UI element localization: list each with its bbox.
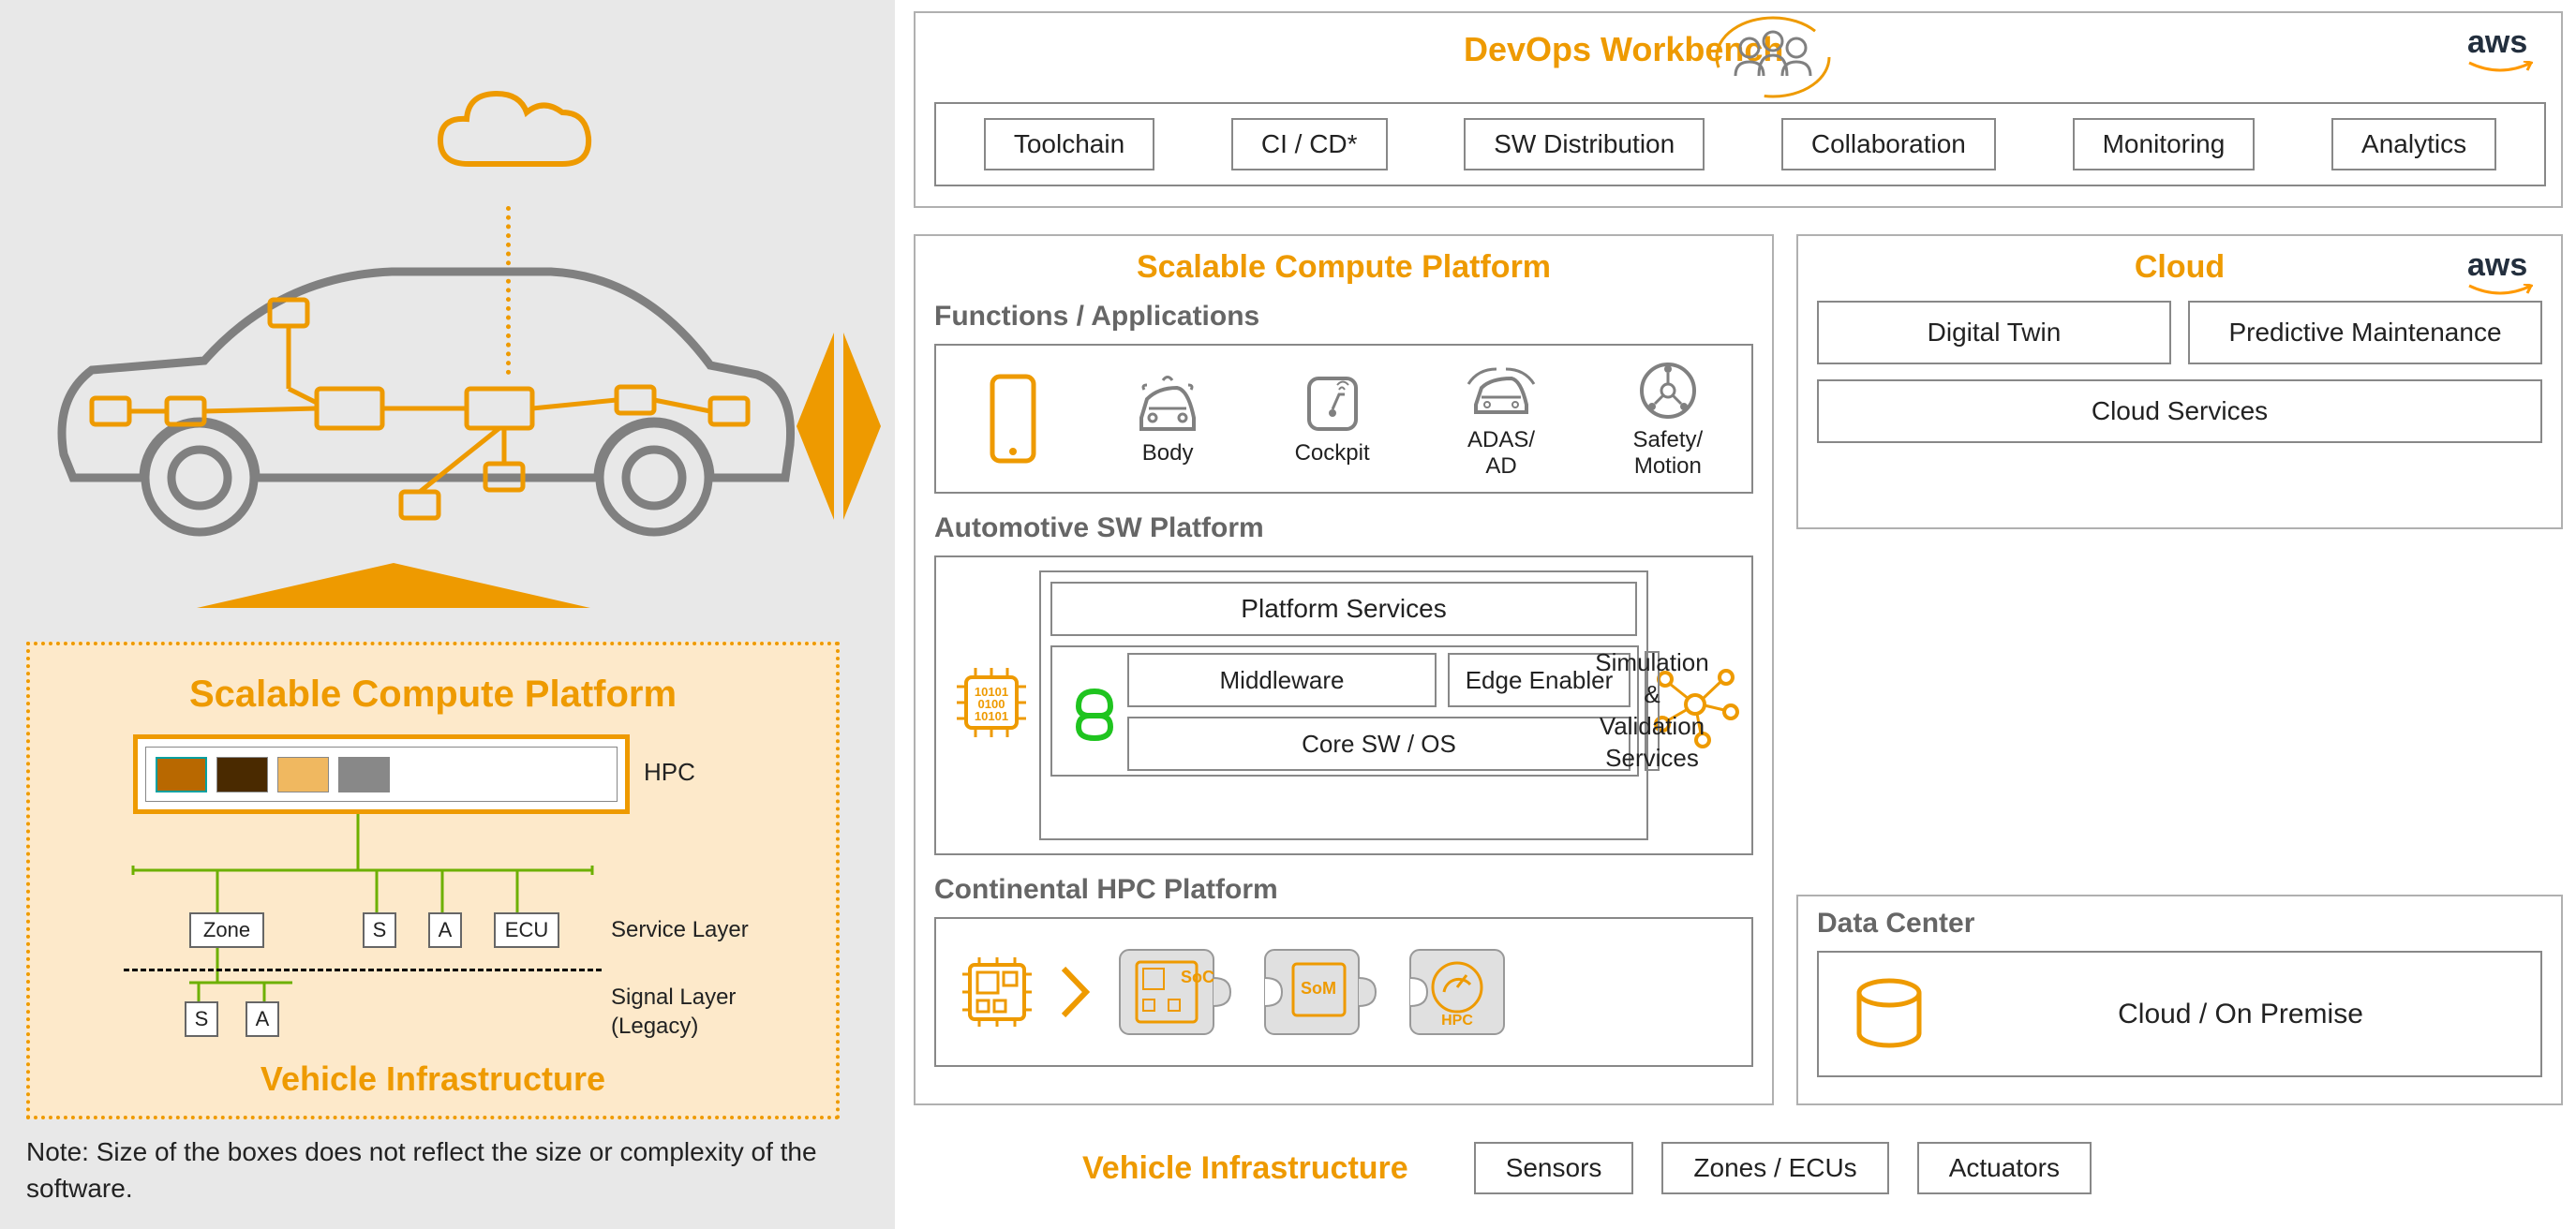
database-icon [1847,972,1931,1057]
platform-services: Platform Services [1050,582,1637,636]
cloud-pred-maint: Predictive Maintenance [2188,301,2542,364]
cont-hpc-title: Continental HPC Platform [916,866,1772,913]
core-os-box: Core SW / OS [1127,717,1630,771]
scp-title: Scalable Compute Platform [916,236,1772,293]
left-panel: Scalable Compute Platform HPC Zone [0,0,895,1229]
function-body: Body [1130,371,1205,466]
a-box-2: A [246,1001,279,1037]
right-panel: DevOps Workbench aws Toolchain CI / CD* … [914,0,2576,1229]
chip-layout-icon [955,950,1039,1034]
vi-zones-ecus: Zones / ECUs [1661,1142,1888,1194]
devops-item-sw-distribution: SW Distribution [1464,118,1705,170]
cloud-digital-twin: Digital Twin [1817,301,2171,364]
function-adas: ADAS/ AD [1459,358,1543,480]
svg-text:SoM: SoM [1301,979,1336,998]
data-center-section: Data Center Cloud / On Premise [1796,895,2563,1105]
vehicle-infrastructure-row: Vehicle Infrastructure Sensors Zones / E… [914,1135,2563,1201]
service-layer-label: Service Layer [611,917,749,943]
hpc-label: HPC [644,758,695,787]
triangle-marker-icon [197,563,590,608]
data-center-title: Data Center [1798,896,2561,951]
middleware-box: Middleware [1127,653,1437,707]
chip-icon: 10101 0100 10101 [949,660,1034,745]
functions-row: Body Cockpit ADAS/ AD Safety/ Motion [934,344,1753,494]
vi-sensors: Sensors [1474,1142,1634,1194]
function-cockpit-label: Cockpit [1295,440,1370,466]
cloud-services: Cloud Services [1817,379,2542,443]
cloud-icon [422,70,609,201]
phone-icon [985,372,1041,466]
svg-text:HPC: HPC [1441,1013,1473,1029]
signal-layer-label: Signal Layer (Legacy) [611,983,736,1041]
scalable-compute-summary-box: Scalable Compute Platform HPC Zone [26,642,840,1119]
devops-item-collaboration: Collaboration [1781,118,1996,170]
hpc-module-1 [156,757,207,792]
s-box-1: S [363,912,396,948]
hpc-module-4 [338,757,390,792]
aws-logo: aws [2467,247,2533,307]
middleware-group: Middleware Edge Enabler Core SW / OS [1050,645,1639,777]
eb-logo-icon [1062,680,1127,746]
scp-summary-title: Scalable Compute Platform [49,674,817,716]
zone-box: Zone [189,912,264,948]
a-box-1: A [428,912,462,948]
cloud-section: Cloud aws Digital Twin Predictive Mainte… [1796,234,2563,529]
function-safety: Safety/ Motion [1633,358,1704,480]
vehicle-infra-title: Vehicle Infrastructure [1082,1150,1408,1187]
data-center-label: Cloud / On Premise [1969,999,2512,1030]
hpc-module-2 [216,757,268,792]
auto-sw-platform-box: 10101 0100 10101 Platform Services [934,555,1753,855]
hpc-module-3 [277,757,329,792]
bidirectional-arrows-icon [797,318,881,534]
devops-item-analytics: Analytics [2331,118,2496,170]
function-adas-label: ADAS/ AD [1467,427,1535,480]
devops-item-cicd: CI / CD* [1231,118,1388,170]
cloud-title: Cloud [1798,236,2561,293]
s-box-2: S [185,1001,218,1037]
ecu-box: ECU [494,912,559,948]
sim-validation-box: Simulation & Validation Services [1645,651,1660,771]
layer-divider [124,969,602,971]
vi-actuators: Actuators [1917,1142,2092,1194]
data-center-row: Cloud / On Premise [1817,951,2542,1077]
scalable-compute-platform-section: Scalable Compute Platform Functions / Ap… [914,234,1774,1105]
auto-sw-title: Automotive SW Platform [916,505,1772,552]
hpc-platform-row: SoC SoM HPC [934,917,1753,1067]
hpc-block [133,734,630,814]
svg-text:10101: 10101 [975,709,1008,723]
devops-items-row: Toolchain CI / CD* SW Distribution Colla… [934,102,2546,186]
hpc-chain-icon: SoC SoM HPC [1110,936,1560,1048]
devops-item-toolchain: Toolchain [984,118,1154,170]
aws-logo: aws [2467,24,2533,84]
platform-inner: Platform Services Middleware Edge Enable… [1039,570,1648,840]
chevron-right-icon [1056,959,1094,1025]
function-body-label: Body [1142,440,1194,466]
functions-title: Functions / Applications [916,293,1772,340]
car-diagram-area [19,14,876,604]
svg-text:SoC: SoC [1181,968,1214,986]
function-safety-label: Safety/ Motion [1633,427,1704,480]
devops-item-monitoring: Monitoring [2073,118,2256,170]
footnote: Note: Size of the boxes does not reflect… [26,1133,841,1207]
function-cockpit: Cockpit [1295,371,1370,466]
car-outline-icon [36,220,804,557]
devops-workbench-section: DevOps Workbench aws Toolchain CI / CD* … [914,11,2563,208]
team-icon [1712,15,1834,99]
vehicle-infra-summary-title: Vehicle Infrastructure [30,1059,836,1099]
